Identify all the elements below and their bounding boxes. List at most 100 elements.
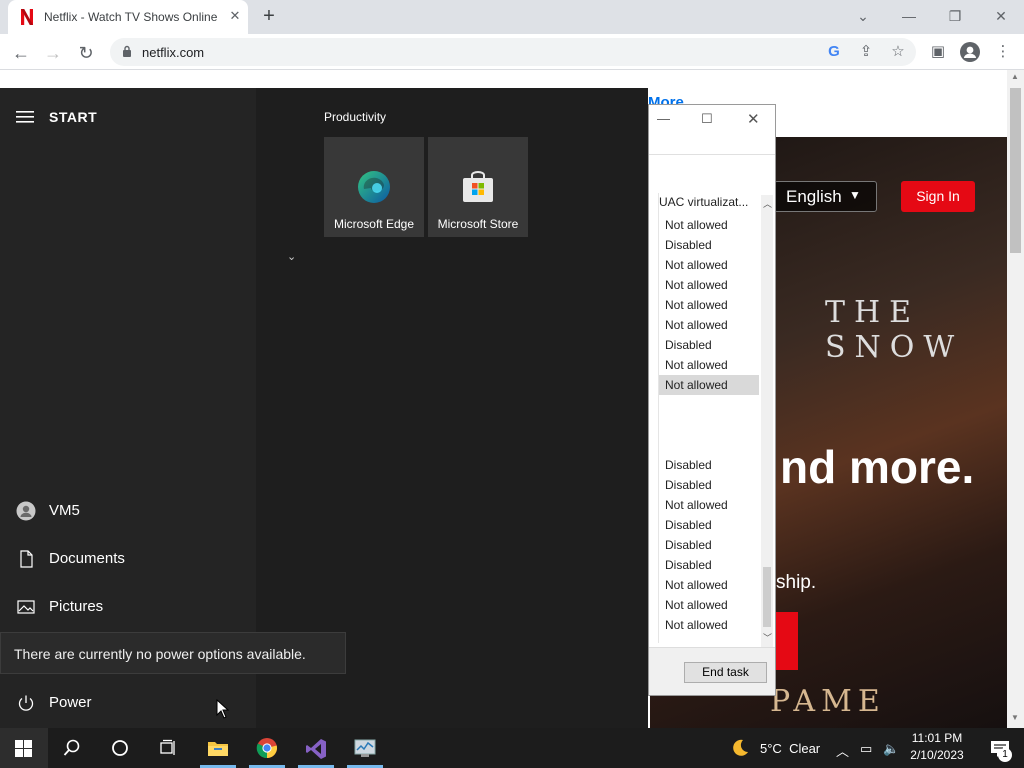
tm-minimize-button[interactable]: — <box>657 111 670 126</box>
power-tooltip: There are currently no power options ava… <box>0 632 346 674</box>
profile-avatar-icon[interactable] <box>960 42 980 62</box>
poster-bottom-text: PAME <box>770 684 886 719</box>
folder-icon <box>208 742 228 756</box>
uac-cell[interactable]: Disabled <box>659 335 759 355</box>
page-scrollbar-thumb[interactable] <box>1010 88 1021 253</box>
list-scroll-down-icon[interactable]: ﹀ <box>763 631 772 644</box>
share-icon[interactable]: ⇪ <box>856 42 876 62</box>
file-explorer-button[interactable] <box>194 728 242 768</box>
chrome-icon <box>256 738 278 759</box>
forward-button[interactable]: → <box>42 42 64 64</box>
documents-label: Documents <box>49 550 125 567</box>
task-manager-window: — ☐ ✕ UAC virtualizat... Not allowed Disa… <box>648 104 776 696</box>
uac-cell[interactable]: Disabled <box>659 555 759 575</box>
start-header: START <box>49 109 98 125</box>
hamburger-menu-icon[interactable] <box>16 110 34 124</box>
sign-in-button[interactable]: Sign In <box>901 181 975 212</box>
uac-cell[interactable]: Disabled <box>659 455 759 475</box>
netflix-favicon-icon <box>21 9 33 25</box>
power-label: Power <box>49 694 92 711</box>
show-hidden-icons-icon[interactable]: ︿ <box>836 741 849 760</box>
uac-cell[interactable] <box>659 395 759 415</box>
language-select[interactable]: English ▼ <box>774 181 877 212</box>
new-tab-button[interactable]: + <box>258 6 280 28</box>
tile-microsoft-edge[interactable]: Microsoft Edge <box>324 137 424 237</box>
pictures-item[interactable]: Pictures <box>0 586 256 630</box>
restore-button[interactable]: ❐ <box>944 6 966 26</box>
search-button[interactable] <box>48 728 96 768</box>
uac-cell[interactable]: Not allowed <box>659 275 759 295</box>
list-scroll-up-icon[interactable]: ︿ <box>763 197 772 210</box>
tile-label: Microsoft Store <box>437 217 519 231</box>
system-clock[interactable]: 11:01 PM 2/10/2023 <box>900 730 974 764</box>
end-task-button[interactable]: End task <box>684 662 767 683</box>
task-manager-button[interactable] <box>341 728 389 768</box>
clock-time: 11:01 PM <box>911 731 963 745</box>
volume-icon[interactable]: 🔈 <box>883 741 899 757</box>
task-manager-footer: End task <box>649 647 775 695</box>
scroll-down-icon[interactable]: ▼ <box>1011 713 1019 722</box>
uac-cell[interactable]: Not allowed <box>659 575 759 595</box>
tile-microsoft-store[interactable]: Microsoft Store <box>428 137 528 237</box>
uac-cell[interactable]: Not allowed <box>659 495 759 515</box>
uac-cell[interactable]: Not allowed <box>659 595 759 615</box>
side-panel-icon[interactable]: ▣ <box>928 42 948 62</box>
uac-cell[interactable]: Not allowed <box>659 255 759 275</box>
task-manager-menubar <box>649 135 775 155</box>
back-button[interactable]: ← <box>10 42 32 64</box>
uac-cell[interactable] <box>659 435 759 455</box>
user-account-item[interactable]: VM5 <box>0 490 256 534</box>
uac-column-header[interactable]: UAC virtualizat... <box>659 195 759 213</box>
bookmark-star-icon[interactable]: ☆ <box>888 42 908 62</box>
hero-subtitle: ship. <box>776 572 817 593</box>
visual-studio-icon <box>306 739 326 759</box>
weather-widget[interactable]: 5°C Clear <box>726 728 826 768</box>
menu-kebab-icon[interactable]: ⋮ <box>993 42 1013 62</box>
uac-cell[interactable]: Not allowed <box>659 315 759 335</box>
minimize-button[interactable]: — <box>898 6 920 26</box>
browser-tab[interactable]: Netflix - Watch TV Shows Online ✕ <box>8 0 248 34</box>
moon-icon <box>733 739 748 756</box>
list-scrollbar[interactable]: ︿ ﹀ <box>761 195 773 647</box>
chevron-down-icon[interactable]: ⌄ <box>287 250 296 263</box>
uac-cell[interactable] <box>659 415 759 435</box>
uac-cell[interactable]: Disabled <box>659 515 759 535</box>
network-icon[interactable]: ▭ <box>860 741 872 757</box>
caret-down-icon: ▼ <box>849 188 861 202</box>
chrome-button[interactable] <box>243 728 291 768</box>
picture-icon <box>17 600 35 614</box>
tab-close-icon[interactable]: ✕ <box>226 7 244 25</box>
tm-maximize-button[interactable]: ☐ <box>701 111 713 127</box>
visual-studio-button[interactable] <box>292 728 340 768</box>
uac-cell[interactable]: Not allowed <box>659 615 759 635</box>
uac-cell[interactable]: Disabled <box>659 475 759 495</box>
url-text: netflix.com <box>142 45 205 60</box>
list-scrollbar-thumb[interactable] <box>763 567 771 627</box>
task-view-button[interactable] <box>144 728 192 768</box>
page-scrollbar[interactable]: ▲ ▼ <box>1007 70 1024 728</box>
tm-close-button[interactable]: ✕ <box>747 110 760 128</box>
close-window-button[interactable]: ✕ <box>990 6 1012 26</box>
scroll-up-icon[interactable]: ▲ <box>1011 72 1019 81</box>
uac-cell[interactable]: Not allowed <box>659 295 759 315</box>
user-name: VM5 <box>49 502 80 519</box>
uac-cell[interactable]: Not allowed <box>659 215 759 235</box>
uac-cell[interactable]: Not allowed <box>659 355 759 375</box>
cortana-icon <box>112 740 128 756</box>
uac-cell[interactable]: Not allowed <box>659 375 759 395</box>
address-bar[interactable]: netflix.com <box>110 38 916 66</box>
google-icon[interactable]: G <box>824 42 844 62</box>
uac-cell[interactable]: Disabled <box>659 535 759 555</box>
hero-headline: nd more. <box>780 441 975 493</box>
cortana-button[interactable] <box>96 728 144 768</box>
start-button[interactable] <box>0 728 48 768</box>
edge-icon <box>358 171 390 203</box>
tab-search-icon[interactable]: ⌄ <box>852 6 874 26</box>
action-center-button[interactable]: 1 <box>978 728 1024 768</box>
uac-cell[interactable]: Disabled <box>659 235 759 255</box>
documents-item[interactable]: Documents <box>0 538 256 582</box>
get-started-button[interactable] <box>776 612 798 670</box>
reload-button[interactable]: ↻ <box>75 42 97 64</box>
power-icon <box>18 695 34 711</box>
tile-label: Microsoft Edge <box>333 217 415 231</box>
